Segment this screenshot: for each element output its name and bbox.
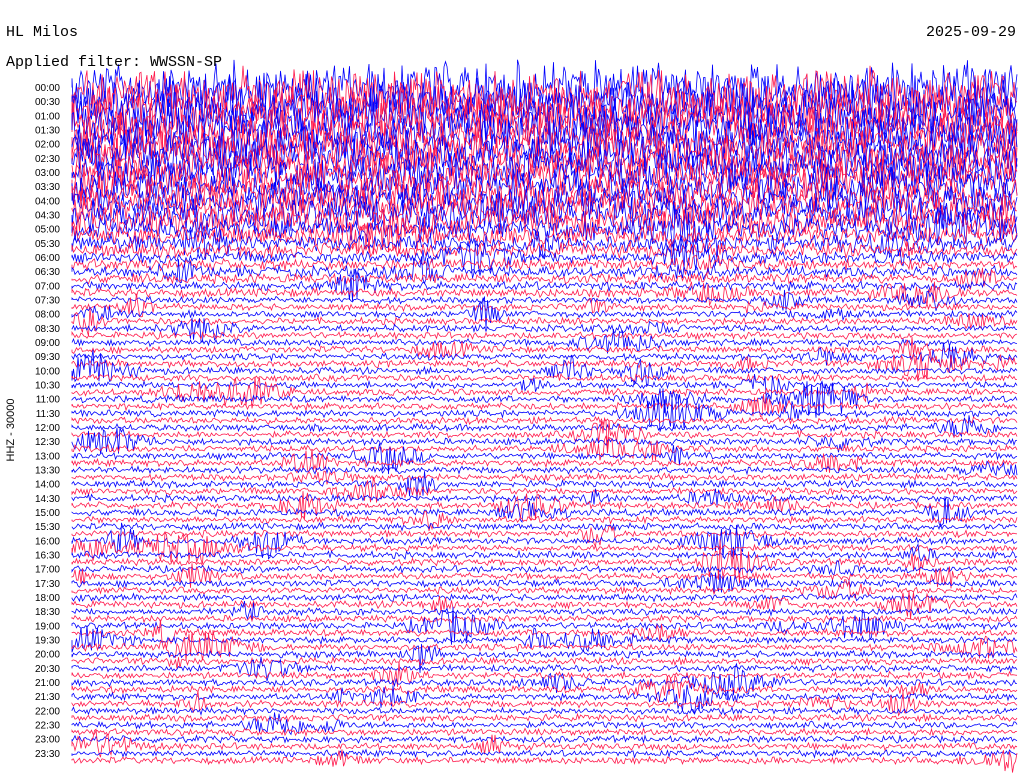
trace-row: [71, 592, 1018, 603]
time-tick-label: 02:00: [35, 140, 60, 151]
time-tick-label: 03:00: [35, 168, 60, 179]
time-tick-label: 02:30: [35, 154, 60, 165]
time-tick-label: 08:00: [35, 310, 60, 321]
time-tick-label: 17:30: [35, 579, 60, 590]
time-tick-label: 19:00: [35, 621, 60, 632]
time-tick-label: 14:00: [35, 480, 60, 491]
time-tick-label: 06:00: [35, 253, 60, 264]
station-title: HL Milos: [6, 24, 78, 41]
time-tick-label: 18:30: [35, 607, 60, 618]
helicorder-chart: 00:00 00:30 01:00 01:30 02:00 02:30 03:00 03:30…: [5, 24, 1018, 773]
trace-row: [71, 471, 1018, 500]
trace-row: [71, 684, 1018, 714]
time-tick-label: 23:00: [35, 735, 60, 746]
trace-row: [71, 712, 1018, 724]
time-tick-label: 22:00: [35, 706, 60, 717]
time-tick-label: 13:30: [35, 466, 60, 477]
time-tick-label: 09:30: [35, 352, 60, 363]
time-tick-label: 16:00: [35, 536, 60, 547]
trace-row: [71, 372, 1017, 383]
trace-row: [71, 748, 1018, 759]
trace-row: [71, 491, 1018, 521]
trace-row: [71, 734, 1018, 744]
time-tick-label: 05:00: [35, 225, 60, 236]
time-tick-label: 05:30: [35, 239, 60, 250]
time-tick-label: 04:00: [35, 196, 60, 207]
date-label: 2025-09-29: [926, 24, 1016, 41]
time-tick-label: 11:00: [36, 395, 61, 406]
time-tick-label: 16:30: [35, 551, 60, 562]
time-tick-label: 09:00: [35, 338, 60, 349]
time-tick-label: 07:30: [35, 296, 60, 307]
time-tick-label: 19:30: [35, 636, 60, 647]
time-tick-label: 15:30: [35, 522, 60, 533]
time-tick-label: 00:30: [35, 97, 60, 108]
time-tick-label: 01:30: [35, 126, 60, 137]
time-tick-label: 22:30: [35, 721, 60, 732]
trace-row: [71, 415, 1018, 426]
trace-row: [71, 727, 1018, 738]
time-tick-label: 00:00: [35, 83, 60, 94]
trace-row: [71, 589, 1018, 620]
trace-row: [71, 673, 1018, 704]
trace-row: [71, 376, 1018, 409]
time-tick-label: 06:30: [35, 267, 60, 278]
time-tick-label: 18:00: [35, 593, 60, 604]
time-tick-label: 10:30: [35, 381, 60, 392]
trace-row: [71, 521, 1018, 532]
time-tick-label: 12:30: [35, 437, 60, 448]
time-tick-label: 07:00: [35, 281, 60, 292]
time-tick-label: 01:00: [35, 111, 60, 122]
time-tick-labels: 00:00 00:30 01:00 01:30 02:00 02:30 03:00 03:30…: [35, 83, 60, 760]
time-tick-label: 20:30: [35, 664, 60, 675]
trace-row: [71, 427, 1018, 454]
trace-row: [71, 656, 1018, 669]
trace-row: [71, 579, 1018, 601]
trace-row: [71, 531, 1018, 564]
time-tick-label: 17:00: [35, 565, 60, 576]
time-tick-label: 15:00: [35, 508, 60, 519]
time-tick-label: 12:00: [35, 423, 60, 434]
time-tick-label: 08:30: [35, 324, 60, 335]
time-tick-label: 03:30: [35, 182, 60, 193]
time-tick-label: 04:30: [35, 211, 60, 222]
time-tick-label: 11:30: [36, 409, 61, 420]
trace-layer: [71, 59, 1018, 773]
time-tick-label: 20:00: [35, 650, 60, 661]
channel-axis-label: HHZ - 30000: [5, 399, 17, 462]
trace-row: [71, 705, 1018, 717]
time-tick-label: 23:30: [35, 749, 60, 760]
time-tick-label: 10:00: [35, 366, 60, 377]
trace-row: [71, 336, 1018, 361]
time-tick-label: 21:00: [35, 678, 60, 689]
trace-row: [71, 268, 1018, 302]
filter-label: Applied filter: WWSSN-SP: [6, 54, 222, 71]
time-tick-label: 21:30: [35, 692, 60, 703]
time-tick-label: 14:30: [35, 494, 60, 505]
time-tick-label: 13:00: [35, 451, 60, 462]
trace-row: [71, 293, 1017, 318]
